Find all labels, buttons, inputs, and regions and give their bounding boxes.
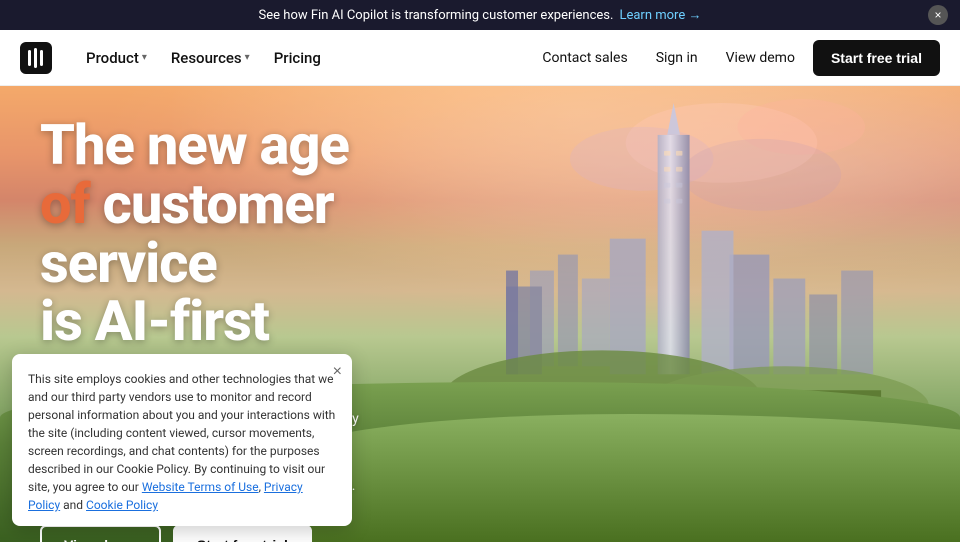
nav-left: Product ▾ Resources ▾ Pricing — [76, 41, 331, 75]
contact-sales-link[interactable]: Contact sales — [532, 42, 637, 74]
terms-of-use-link[interactable]: Website Terms of Use — [142, 480, 259, 494]
cookie-banner: × This site employs cookies and other te… — [12, 354, 352, 526]
resources-chevron-icon: ▾ — [245, 52, 250, 63]
hero-buttons: View demo Start free trial — [40, 525, 488, 542]
cookie-text: This site employs cookies and other tech… — [28, 370, 336, 514]
sign-in-link[interactable]: Sign in — [646, 42, 708, 74]
product-chevron-icon: ▾ — [142, 52, 147, 63]
announcement-text: See how Fin AI Copilot is transforming c… — [259, 8, 614, 23]
nav-resources[interactable]: Resources ▾ — [161, 41, 260, 75]
intercom-logo-icon — [20, 42, 52, 74]
view-demo-button[interactable]: View demo — [40, 525, 161, 542]
nav-pricing[interactable]: Pricing — [264, 41, 331, 75]
cookie-close-button[interactable]: × — [333, 364, 342, 380]
announcement-bar: See how Fin AI Copilot is transforming c… — [0, 0, 960, 30]
hero-section: The new ageof customer serviceis AI-firs… — [0, 86, 960, 542]
close-announcement-button[interactable]: × — [928, 5, 948, 25]
start-free-trial-button[interactable]: Start free trial — [813, 40, 940, 76]
start-trial-hero-button[interactable]: Start free trial — [173, 525, 312, 542]
hero-title: The new ageof customer serviceis AI-firs… — [40, 116, 488, 351]
nav-right: Contact sales Sign in View demo Start fr… — [532, 40, 940, 76]
announcement-link[interactable]: Learn more → — [619, 7, 701, 23]
logo[interactable] — [20, 42, 52, 74]
nav-product[interactable]: Product ▾ — [76, 41, 157, 75]
navbar: Product ▾ Resources ▾ Pricing Contact sa… — [0, 30, 960, 86]
view-demo-nav-link[interactable]: View demo — [716, 42, 805, 74]
cookie-policy-link[interactable]: Cookie Policy — [86, 498, 158, 512]
